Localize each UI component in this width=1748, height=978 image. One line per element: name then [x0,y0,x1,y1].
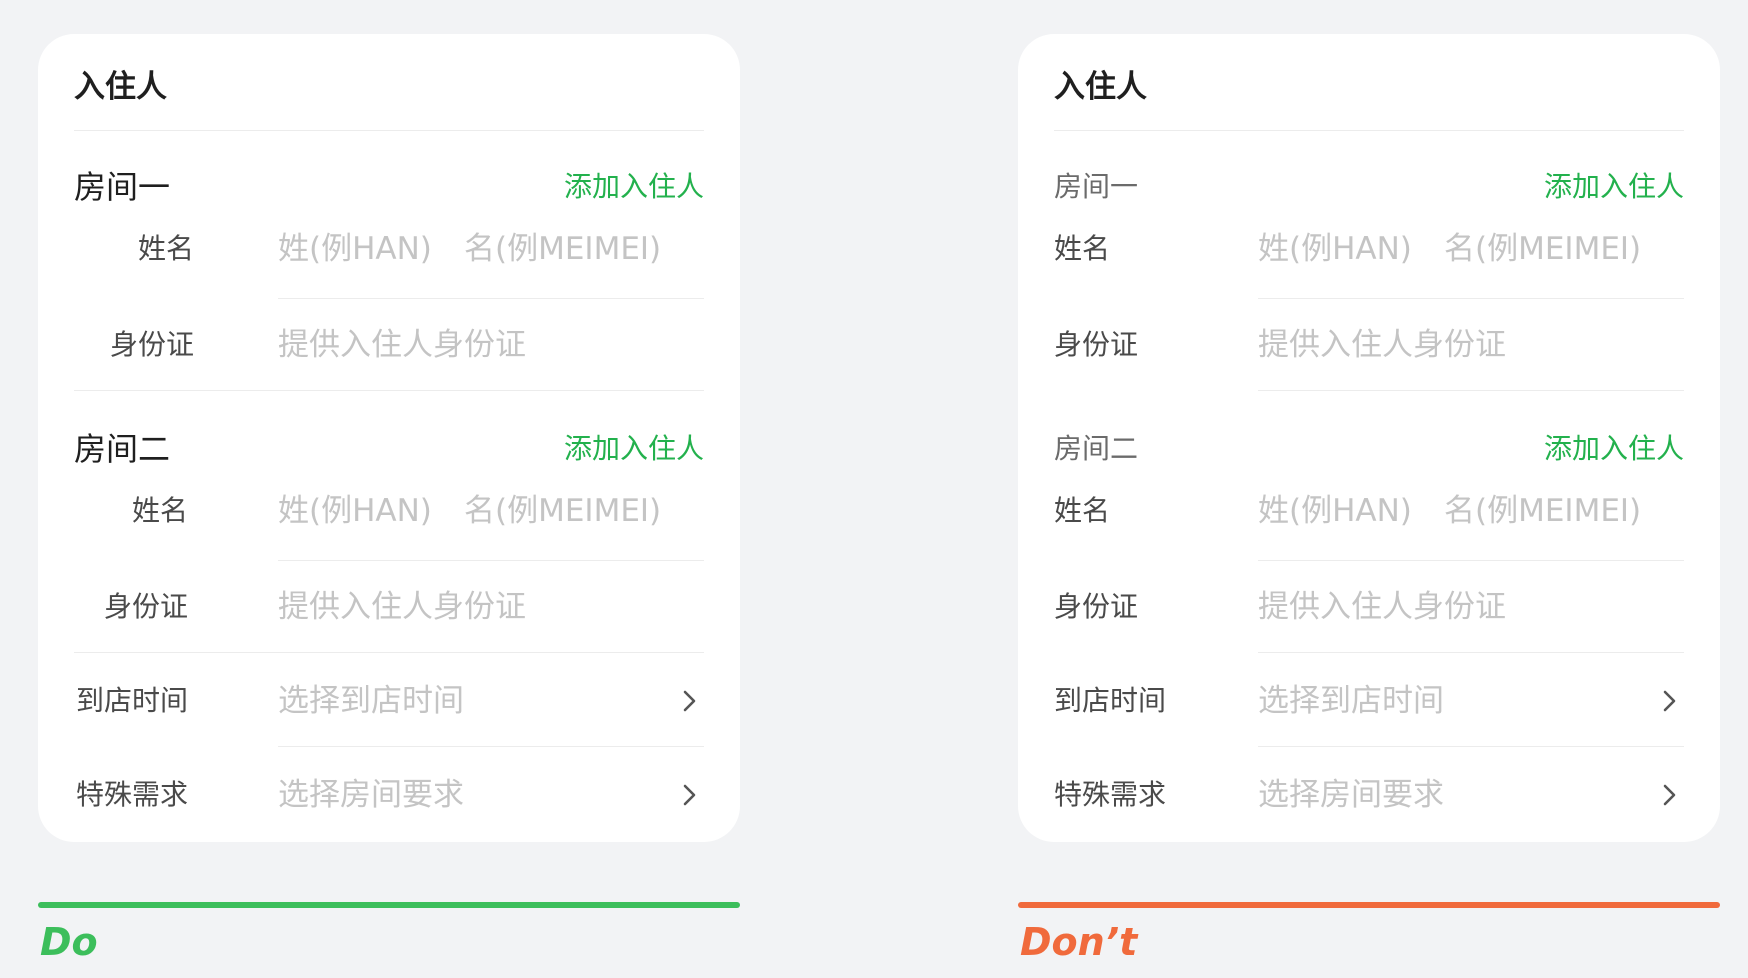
arrival-time-select[interactable]: 选择到店时间 [1258,676,1444,726]
arrival-time-label: 到店时间 [75,684,188,717]
divider [1258,298,1684,299]
add-guest-room-1-button[interactable]: 添加入住人 [1544,162,1684,212]
room-2-id-input[interactable]: 提供入住人身份证 [1258,582,1506,632]
divider [278,298,704,299]
chevron-right-icon[interactable] [676,770,704,820]
room-2-surname-input[interactable]: 姓(例HAN) [278,486,432,536]
special-request-label: 特殊需求 [1054,778,1167,811]
room-1-id-input[interactable]: 提供入住人身份证 [1258,320,1506,370]
divider [278,746,704,747]
room-2-id-label: 身份证 [103,590,188,623]
do-indicator-bar [38,902,740,908]
divider [74,652,704,653]
chevron-right-icon[interactable] [1656,676,1684,726]
room-2-id-input[interactable]: 提供入住人身份证 [278,582,526,632]
chevron-right-icon[interactable] [1656,770,1684,820]
dont-indicator-bar [1018,902,1720,908]
divider [278,560,704,561]
add-guest-room-1-button[interactable]: 添加入住人 [564,162,704,212]
divider [1258,560,1684,561]
special-request-label: 特殊需求 [75,778,188,811]
do-label: Do [40,920,98,964]
room-1-surname-input[interactable]: 姓(例HAN) [278,224,432,274]
arrival-time-select[interactable]: 选择到店时间 [278,676,464,726]
room-2-given-name-input[interactable]: 名(例MEIMEI) [464,486,661,536]
divider [74,130,704,131]
room-2-name-label: 姓名 [131,494,188,527]
arrival-time-label: 到店时间 [1054,684,1167,717]
room-1-name-label: 姓名 [137,232,194,265]
room-2-surname-input[interactable]: 姓(例HAN) [1258,486,1412,536]
special-request-select[interactable]: 选择房间要求 [1258,770,1444,820]
divider [1054,130,1684,131]
room-1-title: 房间一 [74,168,171,206]
room-1-name-label: 姓名 [1054,232,1111,265]
add-guest-room-2-button[interactable]: 添加入住人 [1544,424,1684,474]
divider [1258,652,1684,653]
room-1-id-label: 身份证 [109,328,194,361]
divider [1258,390,1684,391]
chevron-right-icon[interactable] [676,676,704,726]
dont-label: Don’t [1020,920,1138,964]
do-card: 入住人 房间一 添加入住人 姓名 姓(例HAN) 名(例MEIMEI) 身份证 … [38,34,740,842]
room-1-given-name-input[interactable]: 名(例MEIMEI) [464,224,661,274]
room-2-title: 房间二 [74,430,171,468]
room-1-given-name-input[interactable]: 名(例MEIMEI) [1444,224,1641,274]
card-title: 入住人 [1054,69,1147,105]
room-2-given-name-input[interactable]: 名(例MEIMEI) [1444,486,1641,536]
room-1-id-input[interactable]: 提供入住人身份证 [278,320,526,370]
special-request-select[interactable]: 选择房间要求 [278,770,464,820]
room-1-id-label: 身份证 [1054,328,1139,361]
add-guest-room-2-button[interactable]: 添加入住人 [564,424,704,474]
divider [74,390,704,391]
room-2-name-label: 姓名 [1054,494,1111,527]
room-1-surname-input[interactable]: 姓(例HAN) [1258,224,1412,274]
room-2-title: 房间二 [1054,432,1139,465]
card-title: 入住人 [74,69,167,105]
room-2-id-label: 身份证 [1054,590,1139,623]
dont-card: 入住人 房间一 添加入住人 姓名 姓(例HAN) 名(例MEIMEI) 身份证 … [1018,34,1720,842]
room-1-title: 房间一 [1054,170,1139,203]
divider [1258,746,1684,747]
